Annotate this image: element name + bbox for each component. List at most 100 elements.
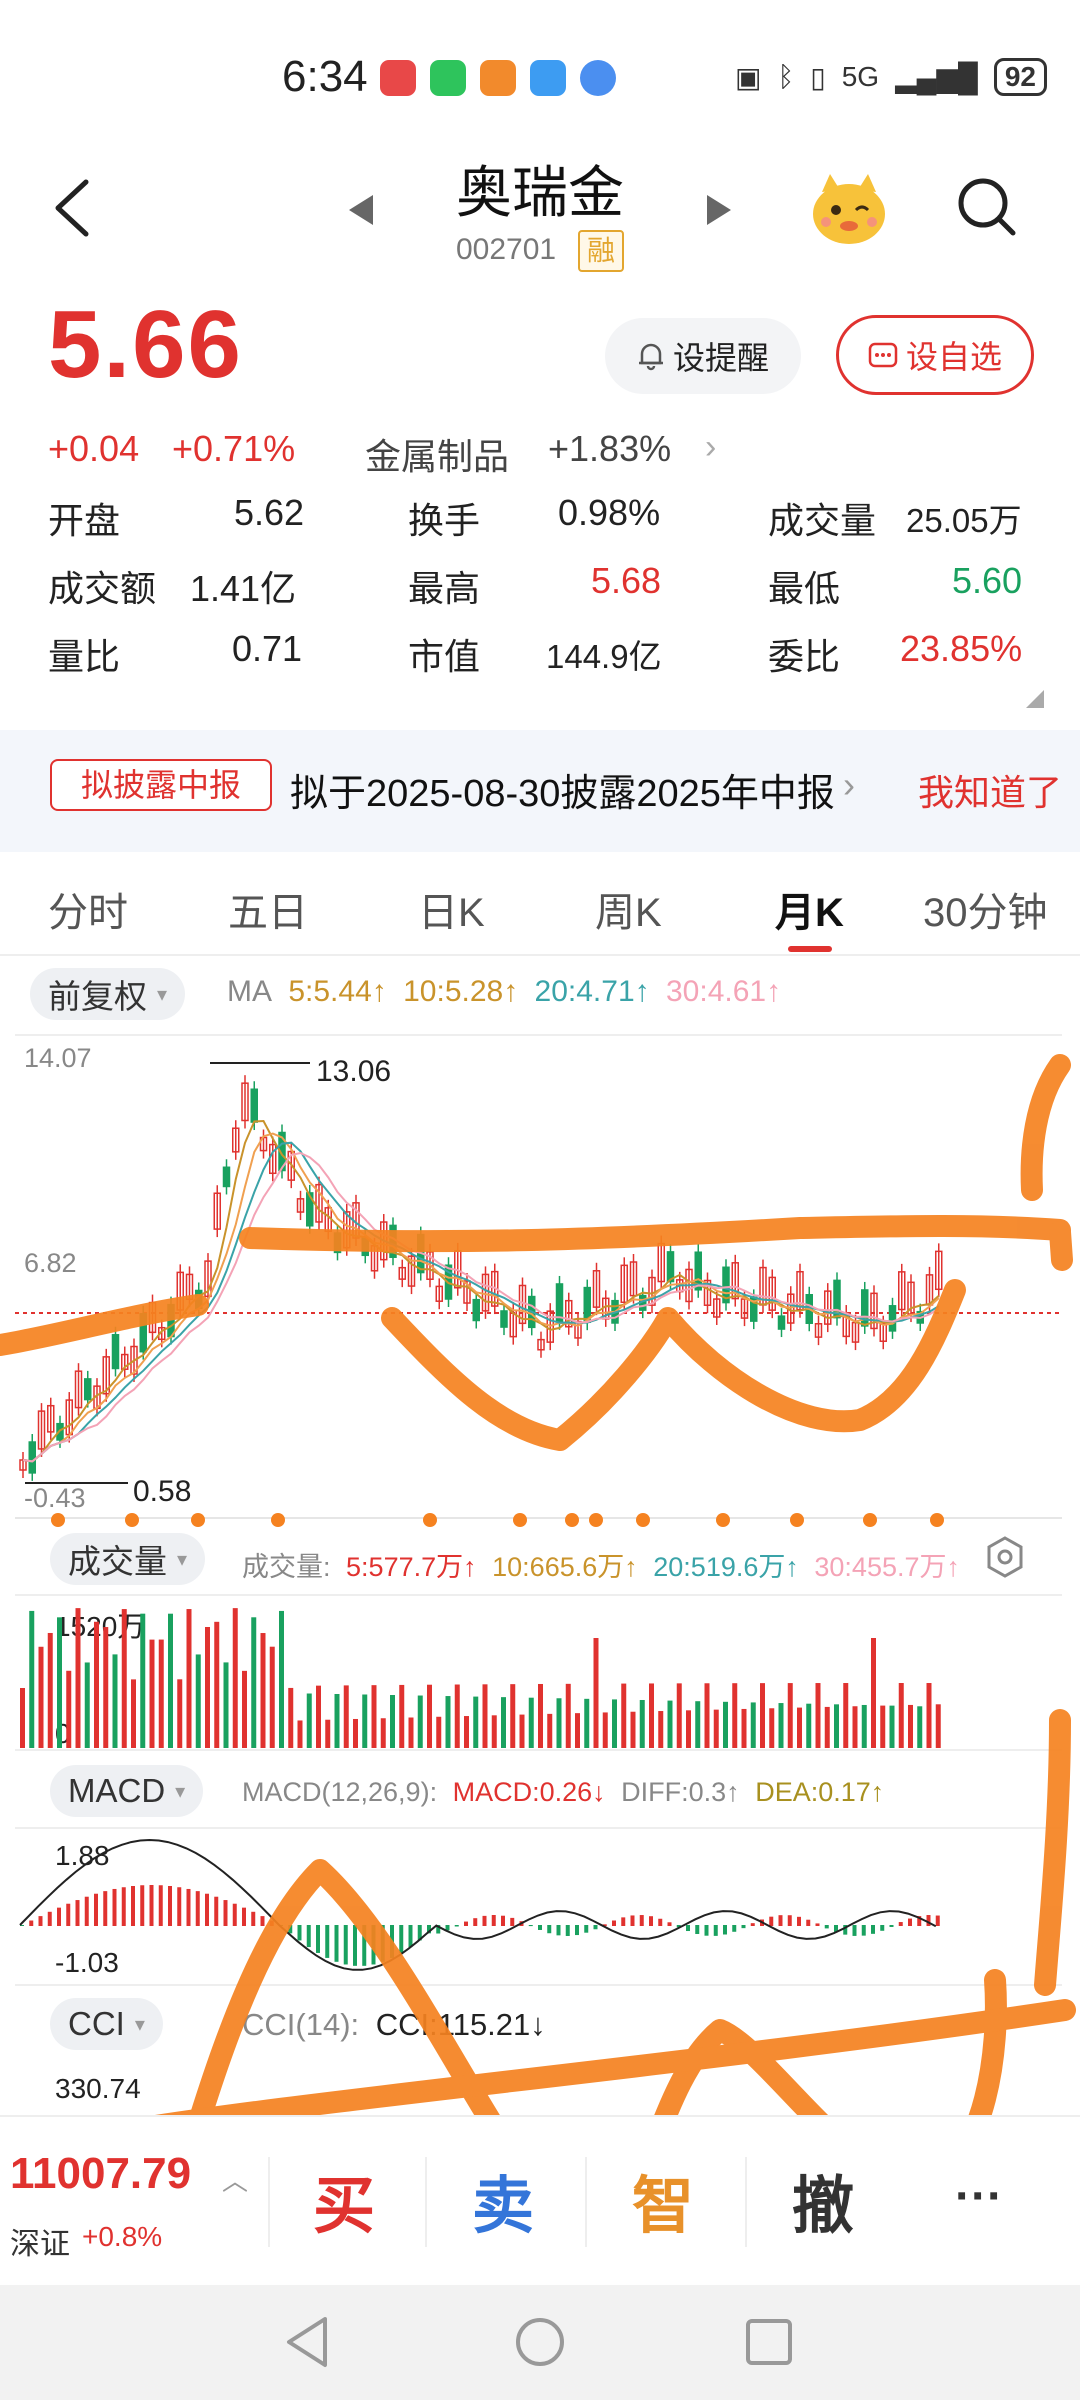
tab-five-day[interactable]: 五日: [228, 880, 308, 938]
notification-icons: [380, 60, 616, 96]
back-icon[interactable]: [50, 178, 96, 238]
volume-bar: [565, 1683, 571, 1748]
candle-body: [269, 1143, 277, 1175]
sector-change[interactable]: +1.83%: [548, 428, 671, 470]
macd-bar: [306, 1925, 311, 1948]
macd-bar: [380, 1925, 385, 1962]
price-change-percent: +0.71%: [172, 428, 296, 469]
notice-text: 拟于2025-08-30披露2025年中报: [290, 773, 835, 815]
macd-indicator-dropdown[interactable]: MACD ▾: [50, 1765, 204, 1817]
macd-bar: [57, 1907, 61, 1926]
vol-ma30: 30:455.7万↑: [814, 1552, 960, 1582]
vol-ma20: 20:519.6万↑: [653, 1552, 799, 1582]
ma-line: [22, 1151, 940, 1463]
macd-bar: [38, 1916, 43, 1926]
volume-bar: [732, 1683, 738, 1748]
macd-bar: [889, 1925, 894, 1927]
previous-stock-icon[interactable]: [345, 193, 375, 227]
macd-bar: [223, 1900, 228, 1926]
candle-body: [315, 1183, 323, 1223]
index-value[interactable]: 11007.79: [10, 2149, 191, 2199]
volume-bar: [778, 1703, 784, 1748]
volume-bar: [306, 1693, 312, 1748]
volume-bar: [242, 1670, 247, 1748]
macd-bar: [861, 1925, 866, 1936]
tab-30-minute[interactable]: 30分钟: [923, 880, 1048, 938]
macd-bar: [168, 1886, 172, 1926]
candle-body: [28, 1441, 36, 1474]
macd-bar: [778, 1915, 783, 1926]
recents-nav-icon[interactable]: [744, 2317, 794, 2367]
stat-value: 5.68: [591, 560, 662, 601]
macd-bar: [704, 1925, 709, 1936]
stat-label: 市值: [408, 636, 481, 677]
candle-body: [287, 1150, 295, 1181]
candle-body: [417, 1233, 425, 1274]
macd-bar: [667, 1922, 672, 1926]
macd-bar: [214, 1896, 219, 1926]
buy-button[interactable]: 买: [313, 2155, 375, 2245]
macd-bar: [871, 1925, 875, 1934]
volume-bars: [20, 1608, 941, 1748]
candle-body: [102, 1356, 110, 1395]
volume-bar: [149, 1639, 155, 1748]
macd-bar: [713, 1925, 718, 1936]
candle-body: [259, 1136, 268, 1152]
volume-indicator-dropdown[interactable]: 成交量 ▾: [50, 1533, 206, 1585]
candle-body: [343, 1211, 351, 1249]
price-change: +0.04: [48, 428, 140, 469]
period-dot: [125, 1513, 139, 1527]
candle-body: [370, 1245, 379, 1272]
expand-corner-icon[interactable]: [1026, 690, 1044, 708]
adjust-mode-dropdown[interactable]: 前复权 ▾: [30, 968, 186, 1020]
candle-body: [250, 1088, 258, 1123]
macd-bar: [251, 1911, 256, 1926]
notice-dismiss-button[interactable]: 我知道了: [918, 764, 1062, 816]
tab-monthly-k[interactable]: 月K: [775, 880, 844, 938]
volume-bar: [676, 1683, 682, 1748]
tab-weekly-k[interactable]: 周K: [595, 880, 662, 938]
adjust-mode-label: 前复权: [48, 978, 147, 1015]
next-stock-icon[interactable]: [705, 193, 735, 227]
stats-row: 成交额 1.41亿 最高 5.68 最低 5.60: [48, 560, 1038, 628]
macd-params: MACD(12,26,9):: [242, 1777, 438, 1807]
set-alert-button[interactable]: 设提醒: [605, 318, 801, 394]
weather-icon: [530, 60, 566, 96]
add-watchlist-button[interactable]: 设自选: [836, 315, 1034, 395]
volume-bar: [815, 1683, 821, 1748]
macd-bar: [908, 1918, 912, 1926]
cancel-order-button[interactable]: 撤: [792, 2155, 854, 2245]
candle-body: [648, 1276, 656, 1306]
stat-value: 5.60: [952, 560, 1023, 601]
home-nav-icon[interactable]: [513, 2315, 567, 2369]
volume-bar: [649, 1683, 654, 1748]
search-icon[interactable]: [955, 175, 1019, 239]
candle-body: [592, 1270, 601, 1308]
tab-intraday[interactable]: 分时: [48, 880, 128, 938]
macd-bar: [695, 1925, 700, 1934]
smart-trade-button[interactable]: 智: [632, 2155, 694, 2245]
volume-y-max: 1520万: [55, 1611, 146, 1642]
macd-bar: [454, 1925, 459, 1927]
ma30-value: 30:4.61↑: [665, 975, 782, 1008]
candle-body: [167, 1303, 175, 1338]
current-price: 5.66: [48, 291, 243, 398]
bell-icon: [638, 343, 663, 371]
volume-bar: [399, 1684, 405, 1748]
mascot-icon[interactable]: [808, 170, 890, 248]
volume-bar: [510, 1684, 516, 1748]
back-nav-icon[interactable]: [283, 2315, 333, 2369]
tab-daily-k[interactable]: 日K: [418, 880, 485, 938]
cci-indicator-dropdown[interactable]: CCI ▾: [50, 1998, 163, 2050]
macd-bar: [649, 1916, 653, 1926]
more-button[interactable]: ···: [955, 2169, 1003, 2224]
sector-name[interactable]: 金属制品: [365, 428, 509, 480]
stat-value: 0.98%: [558, 492, 661, 533]
stat-label: 最高: [408, 568, 481, 609]
sell-button[interactable]: 卖: [472, 2155, 534, 2245]
disclosure-notice[interactable]: 拟披露中报 拟于2025-08-30披露2025年中报 › 我知道了: [0, 730, 1080, 852]
chevron-up-icon[interactable]: ︿: [222, 2161, 248, 2198]
macd-bar: [538, 1925, 542, 1930]
settings-icon[interactable]: [983, 1535, 1027, 1579]
sector-chevron-icon[interactable]: ›: [705, 428, 716, 467]
